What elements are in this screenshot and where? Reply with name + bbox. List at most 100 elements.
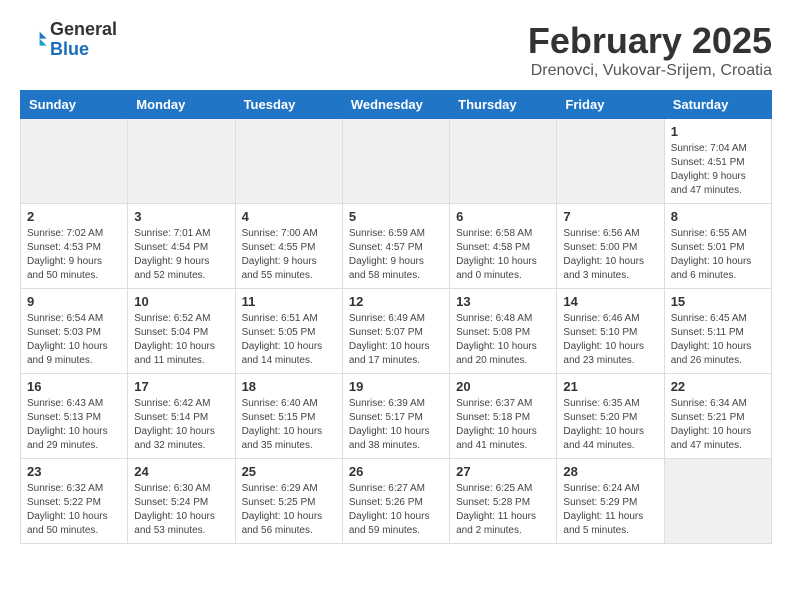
day-number: 20 (456, 379, 550, 394)
day-info: Sunrise: 6:42 AM Sunset: 5:14 PM Dayligh… (134, 397, 228, 453)
calendar-cell: 3 Sunrise: 7:01 AM Sunset: 4:54 PM Daylig… (128, 204, 235, 289)
day-info: Sunrise: 6:55 AM Sunset: 5:01 PM Dayligh… (671, 227, 765, 283)
day-number: 12 (349, 294, 443, 309)
day-info: Sunrise: 6:27 AM Sunset: 5:26 PM Dayligh… (349, 482, 443, 538)
day-number: 1 (671, 124, 765, 139)
day-number: 23 (27, 464, 121, 479)
day-info: Sunrise: 6:24 AM Sunset: 5:29 PM Dayligh… (563, 482, 657, 538)
day-number: 13 (456, 294, 550, 309)
day-info: Sunrise: 6:25 AM Sunset: 5:28 PM Dayligh… (456, 482, 550, 538)
day-info: Sunrise: 7:00 AM Sunset: 4:55 PM Dayligh… (242, 227, 336, 283)
calendar-cell: 4 Sunrise: 7:00 AM Sunset: 4:55 PM Daylig… (235, 204, 342, 289)
location-title: Drenovci, Vukovar-Srijem, Croatia (528, 62, 772, 80)
day-number: 28 (563, 464, 657, 479)
day-header-wednesday: Wednesday (342, 91, 449, 119)
day-info: Sunrise: 6:56 AM Sunset: 5:00 PM Dayligh… (563, 227, 657, 283)
day-info: Sunrise: 7:01 AM Sunset: 4:54 PM Dayligh… (134, 227, 228, 283)
calendar-cell (557, 119, 664, 204)
logo-text: General Blue (50, 20, 117, 60)
calendar-cell: 15Sunrise: 6:45 AM Sunset: 5:11 PM Dayli… (664, 289, 771, 374)
calendar-cell: 23 Sunrise: 6:32 AM Sunset: 5:22 PM Dayli… (21, 459, 128, 544)
calendar-cell: 26Sunrise: 6:27 AM Sunset: 5:26 PM Dayli… (342, 459, 449, 544)
day-info: Sunrise: 6:40 AM Sunset: 5:15 PM Dayligh… (242, 397, 336, 453)
calendar-cell (664, 459, 771, 544)
day-number: 24 (134, 464, 228, 479)
calendar-cell: 28 Sunrise: 6:24 AM Sunset: 5:29 PM Dayli… (557, 459, 664, 544)
day-header-tuesday: Tuesday (235, 91, 342, 119)
day-number: 2 (27, 209, 121, 224)
day-number: 5 (349, 209, 443, 224)
day-header-sunday: Sunday (21, 91, 128, 119)
calendar-cell: 1 Sunrise: 7:04 AM Sunset: 4:51 PM Daylig… (664, 119, 771, 204)
calendar-week-2: 9Sunrise: 6:54 AM Sunset: 5:03 PM Daylig… (21, 289, 772, 374)
day-info: Sunrise: 6:58 AM Sunset: 4:58 PM Dayligh… (456, 227, 550, 283)
day-info: Sunrise: 6:29 AM Sunset: 5:25 PM Dayligh… (242, 482, 336, 538)
day-info: Sunrise: 6:59 AM Sunset: 4:57 PM Dayligh… (349, 227, 443, 283)
day-info: Sunrise: 6:52 AM Sunset: 5:04 PM Dayligh… (134, 312, 228, 368)
day-info: Sunrise: 6:39 AM Sunset: 5:17 PM Dayligh… (349, 397, 443, 453)
calendar-cell: 7 Sunrise: 6:56 AM Sunset: 5:00 PM Daylig… (557, 204, 664, 289)
day-number: 4 (242, 209, 336, 224)
day-number: 17 (134, 379, 228, 394)
calendar-cell: 12 Sunrise: 6:49 AM Sunset: 5:07 PM Dayli… (342, 289, 449, 374)
calendar-cell: 6 Sunrise: 6:58 AM Sunset: 4:58 PM Daylig… (450, 204, 557, 289)
calendar-cell: 13 Sunrise: 6:48 AM Sunset: 5:08 PM Dayli… (450, 289, 557, 374)
day-header-thursday: Thursday (450, 91, 557, 119)
calendar-cell: 16Sunrise: 6:43 AM Sunset: 5:13 PM Dayli… (21, 374, 128, 459)
day-number: 8 (671, 209, 765, 224)
calendar-week-1: 2 Sunrise: 7:02 AM Sunset: 4:53 PM Daylig… (21, 204, 772, 289)
day-number: 19 (349, 379, 443, 394)
day-info: Sunrise: 6:43 AM Sunset: 5:13 PM Dayligh… (27, 397, 121, 453)
day-info: Sunrise: 6:30 AM Sunset: 5:24 PM Dayligh… (134, 482, 228, 538)
day-number: 14 (563, 294, 657, 309)
day-number: 10 (134, 294, 228, 309)
day-header-monday: Monday (128, 91, 235, 119)
day-number: 21 (563, 379, 657, 394)
calendar-cell (128, 119, 235, 204)
day-number: 9 (27, 294, 121, 309)
calendar-cell: 11 Sunrise: 6:51 AM Sunset: 5:05 PM Dayli… (235, 289, 342, 374)
calendar-cell: 10 Sunrise: 6:52 AM Sunset: 5:04 PM Dayli… (128, 289, 235, 374)
day-info: Sunrise: 6:34 AM Sunset: 5:21 PM Dayligh… (671, 397, 765, 453)
day-info: Sunrise: 6:32 AM Sunset: 5:22 PM Dayligh… (27, 482, 121, 538)
day-info: Sunrise: 7:04 AM Sunset: 4:51 PM Dayligh… (671, 142, 765, 198)
day-number: 22 (671, 379, 765, 394)
calendar-cell: 14 Sunrise: 6:46 AM Sunset: 5:10 PM Dayli… (557, 289, 664, 374)
calendar-header-row: SundayMondayTuesdayWednesdayThursdayFrid… (21, 91, 772, 119)
calendar-cell: 22 Sunrise: 6:34 AM Sunset: 5:21 PM Dayli… (664, 374, 771, 459)
calendar-cell: 25 Sunrise: 6:29 AM Sunset: 5:25 PM Dayli… (235, 459, 342, 544)
logo-blue: Blue (50, 40, 117, 60)
calendar-cell: 21Sunrise: 6:35 AM Sunset: 5:20 PM Dayli… (557, 374, 664, 459)
day-info: Sunrise: 6:37 AM Sunset: 5:18 PM Dayligh… (456, 397, 550, 453)
day-number: 25 (242, 464, 336, 479)
day-number: 27 (456, 464, 550, 479)
day-number: 3 (134, 209, 228, 224)
day-info: Sunrise: 6:49 AM Sunset: 5:07 PM Dayligh… (349, 312, 443, 368)
day-info: Sunrise: 7:02 AM Sunset: 4:53 PM Dayligh… (27, 227, 121, 283)
calendar-week-0: 1 Sunrise: 7:04 AM Sunset: 4:51 PM Daylig… (21, 119, 772, 204)
day-header-friday: Friday (557, 91, 664, 119)
calendar-week-4: 23 Sunrise: 6:32 AM Sunset: 5:22 PM Dayli… (21, 459, 772, 544)
day-header-saturday: Saturday (664, 91, 771, 119)
calendar-cell: 27 Sunrise: 6:25 AM Sunset: 5:28 PM Dayli… (450, 459, 557, 544)
logo-icon (20, 26, 48, 54)
day-number: 6 (456, 209, 550, 224)
day-number: 11 (242, 294, 336, 309)
day-info: Sunrise: 6:48 AM Sunset: 5:08 PM Dayligh… (456, 312, 550, 368)
calendar-cell: 20 Sunrise: 6:37 AM Sunset: 5:18 PM Dayli… (450, 374, 557, 459)
day-number: 7 (563, 209, 657, 224)
day-info: Sunrise: 6:51 AM Sunset: 5:05 PM Dayligh… (242, 312, 336, 368)
day-number: 15 (671, 294, 765, 309)
calendar-week-3: 16Sunrise: 6:43 AM Sunset: 5:13 PM Dayli… (21, 374, 772, 459)
calendar-cell: 24 Sunrise: 6:30 AM Sunset: 5:24 PM Dayli… (128, 459, 235, 544)
day-number: 18 (242, 379, 336, 394)
calendar-cell (21, 119, 128, 204)
day-info: Sunrise: 6:46 AM Sunset: 5:10 PM Dayligh… (563, 312, 657, 368)
header: General Blue February 2025 Drenovci, Vuk… (20, 20, 772, 80)
calendar-cell: 8 Sunrise: 6:55 AM Sunset: 5:01 PM Daylig… (664, 204, 771, 289)
calendar-cell: 9Sunrise: 6:54 AM Sunset: 5:03 PM Daylig… (21, 289, 128, 374)
calendar-cell: 5 Sunrise: 6:59 AM Sunset: 4:57 PM Daylig… (342, 204, 449, 289)
calendar-cell: 19 Sunrise: 6:39 AM Sunset: 5:17 PM Dayli… (342, 374, 449, 459)
calendar-cell (235, 119, 342, 204)
calendar-cell: 17 Sunrise: 6:42 AM Sunset: 5:14 PM Dayli… (128, 374, 235, 459)
